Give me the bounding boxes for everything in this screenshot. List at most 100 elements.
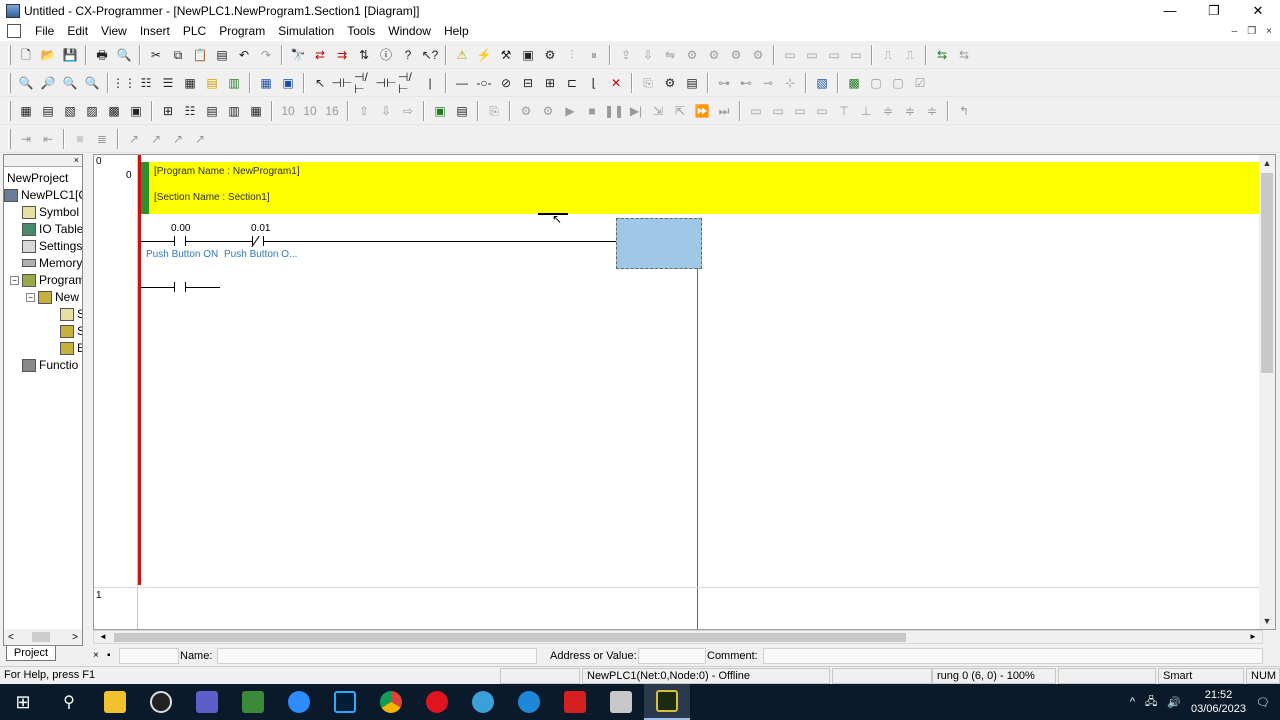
open-folder-icon[interactable]: 📂 — [38, 45, 58, 65]
menu-tools[interactable]: Tools — [341, 24, 382, 38]
replace-icon[interactable]: ⇄ — [310, 45, 330, 65]
new-closed-contact-icon[interactable]: ⊣/⊢ — [354, 71, 374, 95]
ladder-view-icon[interactable]: ▦ — [16, 101, 36, 121]
collapse-programs-icon[interactable]: − — [10, 275, 19, 285]
online-edit-icon[interactable]: ⇆ — [932, 45, 952, 65]
paste-special-icon[interactable]: ▤ — [212, 45, 232, 65]
name-field[interactable] — [217, 648, 537, 664]
sim-set-icon[interactable]: ⚙ — [516, 101, 536, 121]
taskbar-app-2[interactable] — [138, 684, 184, 720]
contact-nc[interactable] — [251, 235, 264, 248]
taskbar-opera[interactable] — [414, 684, 460, 720]
data-trace-icon[interactable]: ⎍ — [900, 45, 920, 65]
vertical-scroll-thumb[interactable] — [1261, 173, 1273, 373]
pause-icon[interactable]: ⏸ — [584, 45, 604, 65]
taskbar-cx-programmer[interactable] — [644, 684, 690, 720]
display-16-icon[interactable]: 16 — [322, 101, 342, 121]
toolbar-grip[interactable] — [8, 100, 11, 121]
task-view-icon[interactable]: ▩ — [844, 73, 864, 93]
tree-scroll-thumb[interactable] — [32, 632, 50, 642]
about-icon[interactable]: ⓘ — [376, 45, 396, 65]
tree-item-io-table[interactable]: IO Table — [10, 221, 82, 237]
scroll-left-icon[interactable]: ◄ — [96, 631, 110, 643]
cross-reference-pointer-icon[interactable]: ⊞ — [158, 101, 178, 121]
taskbar-app-11[interactable] — [552, 684, 598, 720]
show-comments-icon[interactable]: ☷ — [136, 73, 156, 93]
taskbar-app-12[interactable] — [598, 684, 644, 720]
document-icon[interactable] — [7, 24, 21, 38]
scroll-right-icon[interactable]: > — [72, 632, 78, 643]
sim-stop-all-icon[interactable]: ⎘ — [484, 101, 504, 121]
toolbar-grip[interactable] — [8, 44, 11, 65]
close-pane-icon[interactable]: × — [74, 155, 79, 165]
new-or-contact-icon[interactable]: ⊣⊢ — [376, 73, 397, 93]
diagram-vertical-scrollbar[interactable]: ▲ ▼ — [1259, 155, 1275, 629]
toolbar-grip[interactable] — [8, 72, 11, 93]
line-delete-icon[interactable]: ✕ — [606, 73, 626, 93]
horizontal-scroll-thumb[interactable] — [114, 633, 906, 642]
scroll-left-icon[interactable]: < — [8, 632, 14, 643]
bit-cancel-icon[interactable]: ⊹ — [780, 73, 800, 93]
toolbar-grip[interactable] — [8, 128, 11, 149]
compare-icon[interactable]: ⇋ — [660, 45, 680, 65]
taskbar-chrome[interactable] — [368, 684, 414, 720]
plc-info-icon[interactable]: ▣ — [518, 45, 538, 65]
differential-monitor-icon[interactable]: ⎍ — [878, 45, 898, 65]
comment-field[interactable] — [763, 648, 1263, 664]
undo-icon[interactable]: ↶ — [234, 45, 254, 65]
close-bar-icon[interactable]: × — [93, 650, 99, 661]
mdi-close-button[interactable]: × — [1266, 26, 1272, 37]
show-output-icon[interactable]: ▦ — [256, 73, 276, 93]
task-edit-icon[interactable]: ▢ — [866, 73, 886, 93]
set-value-icon[interactable]: ▭ — [846, 45, 866, 65]
tree-item-project[interactable]: NewProject — [7, 170, 68, 186]
go-icon[interactable]: ⇨ — [398, 101, 418, 121]
tab-project[interactable]: Project — [6, 646, 56, 661]
run-mode-icon[interactable]: ⚙ — [748, 45, 768, 65]
scroll-down-icon[interactable]: ▼ — [1259, 613, 1275, 629]
taskbar-zoom[interactable] — [276, 684, 322, 720]
taskbar-explorer[interactable] — [92, 684, 138, 720]
sfc-jump-icon[interactable]: ↗ — [190, 129, 210, 149]
taskbar-edge[interactable] — [506, 684, 552, 720]
cut-icon[interactable]: ✂ — [146, 45, 166, 65]
print-icon[interactable]: 🖶 — [92, 45, 112, 65]
network-icon[interactable]: 🖧 — [1145, 693, 1157, 712]
program-check-icon[interactable]: ⎘ — [638, 73, 658, 93]
new-vertical-icon[interactable]: | — [420, 73, 440, 93]
tree-item-end[interactable]: E — [60, 340, 82, 356]
compile-icon[interactable]: ⚙ — [540, 45, 560, 65]
task-check-icon[interactable]: ☑ — [910, 73, 930, 93]
new-horizontal-icon[interactable]: — — [452, 73, 472, 93]
transfer-to-plc-icon[interactable]: ⇪ — [616, 45, 636, 65]
online-edit-send-icon[interactable]: ⇆ — [954, 45, 974, 65]
tree-item-section[interactable]: S — [60, 323, 82, 339]
menu-plc[interactable]: PLC — [177, 24, 213, 38]
minimize-button[interactable]: — — [1148, 0, 1192, 21]
sim-return-icon[interactable]: ↰ — [954, 101, 974, 121]
ladder-diagram[interactable]: 0 0 1 [Program Name : NewProgram1] [Sect… — [93, 154, 1276, 630]
debug-mode-icon[interactable]: ⚙ — [704, 45, 724, 65]
collapse-new-program-icon[interactable]: − — [26, 292, 35, 302]
scroll-up-icon[interactable]: ▲ — [1259, 155, 1275, 171]
section-header[interactable]: [Program Name : NewProgram1] [Section Na… — [141, 162, 1261, 214]
simulation-icon[interactable]: ▣ — [430, 101, 450, 121]
sim-tool-4-icon[interactable]: ▭ — [812, 101, 832, 121]
align-comment-icon[interactable]: ≣ — [92, 129, 112, 149]
symbol-table-toggle-icon[interactable]: ▥ — [224, 73, 244, 93]
menu-window[interactable]: Window — [382, 24, 438, 38]
sfc-transition-icon[interactable]: ↗ — [146, 129, 166, 149]
bit-reset-icon[interactable]: ⊷ — [736, 73, 756, 93]
sim-tool-3-icon[interactable]: ▭ — [790, 101, 810, 121]
mdi-minimize-button[interactable]: – — [1232, 26, 1238, 37]
display-10s-icon[interactable]: 10 — [300, 101, 320, 121]
outdent-icon[interactable]: ⇤ — [38, 129, 58, 149]
indent-icon[interactable]: ⇥ — [16, 129, 36, 149]
sim-tool-2-icon[interactable]: ▭ — [768, 101, 788, 121]
task-close-icon[interactable]: ▢ — [888, 73, 908, 93]
monitor-icon[interactable]: ⫶ — [562, 45, 582, 65]
data-view-icon[interactable]: ▤ — [202, 101, 222, 121]
sim-reset-icon[interactable]: ⚙ — [538, 101, 558, 121]
sim-step-icon[interactable]: ▶| — [626, 101, 646, 121]
cross-reference-icon[interactable]: ⇅ — [354, 45, 374, 65]
